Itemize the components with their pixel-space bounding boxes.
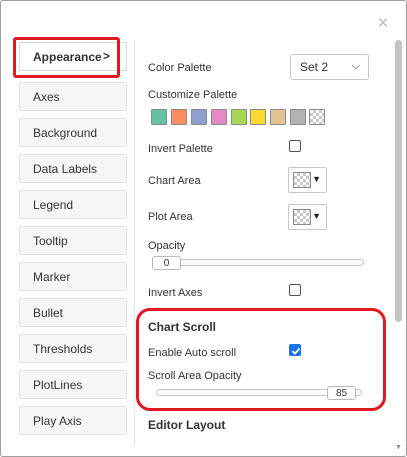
invert-palette-label: Invert Palette <box>148 143 213 155</box>
palette-swatch[interactable] <box>191 109 207 125</box>
palette-swatch-transparent[interactable] <box>309 109 325 125</box>
sidebar-item-label: Axes <box>33 90 60 104</box>
enable-auto-scroll-checkbox[interactable] <box>289 344 301 356</box>
sidebar-item-appearance[interactable]: Appearance > <box>19 42 127 71</box>
plot-area-color-picker[interactable]: ▼ <box>288 204 327 230</box>
sidebar-divider <box>134 40 135 445</box>
sidebar-item-label: Legend <box>33 198 74 212</box>
chart-scroll-title: Chart Scroll <box>148 320 217 334</box>
sidebar-item-bullet[interactable]: Bullet <box>19 298 127 327</box>
sidebar-item-label: PlotLines <box>33 378 83 392</box>
chart-area-label: Chart Area <box>148 175 201 187</box>
sidebar-item-label: Thresholds <box>33 342 93 356</box>
color-palette-label: Color Palette <box>148 62 212 74</box>
chart-area-color-picker[interactable]: ▼ <box>288 167 327 193</box>
palette-swatch[interactable] <box>250 109 266 125</box>
sidebar-item-plotlines[interactable]: PlotLines <box>19 370 127 399</box>
color-palette-select[interactable]: Set 2 ⌵ <box>290 54 369 80</box>
sidebar-item-thresholds[interactable]: Thresholds <box>19 334 127 363</box>
invert-palette-checkbox[interactable] <box>289 140 301 152</box>
scroll-down-icon[interactable]: ▼ <box>395 444 402 451</box>
transparent-swatch-icon <box>293 209 311 225</box>
close-icon[interactable]: × <box>375 14 391 33</box>
sidebar-item-marker[interactable]: Marker <box>19 262 127 291</box>
sidebar-item-label: Appearance <box>33 50 102 64</box>
checkmark-icon <box>291 347 301 355</box>
sidebar-item-label: Data Labels <box>33 162 98 176</box>
opacity-label: Opacity <box>148 240 186 252</box>
palette-swatch[interactable] <box>151 109 167 125</box>
sidebar-item-label: Marker <box>33 270 71 284</box>
scroll-area-opacity-label: Scroll Area Opacity <box>148 370 242 382</box>
sidebar-item-legend[interactable]: Legend <box>19 190 127 219</box>
editor-layout-title: Editor Layout <box>148 418 226 432</box>
palette-swatch[interactable] <box>171 109 187 125</box>
scroll-area-opacity-slider-handle[interactable]: 85 <box>327 386 356 400</box>
invert-axes-checkbox[interactable] <box>289 284 301 296</box>
color-palette-value: Set 2 <box>300 60 329 74</box>
palette-swatch[interactable] <box>231 109 247 125</box>
palette-swatch[interactable] <box>290 109 306 125</box>
sidebar-item-tooltip[interactable]: Tooltip <box>19 226 127 255</box>
palette-swatch[interactable] <box>211 109 227 125</box>
sidebar-item-background[interactable]: Background <box>19 118 127 147</box>
sidebar-item-label: Play Axis <box>33 414 82 428</box>
sidebar-item-data-labels[interactable]: Data Labels <box>19 154 127 183</box>
sidebar-item-label: Background <box>33 126 98 140</box>
customize-palette-label: Customize Palette <box>148 89 238 101</box>
opacity-slider[interactable] <box>152 259 364 266</box>
sidebar-item-label: Tooltip <box>33 234 68 248</box>
enable-auto-scroll-label: Enable Auto scroll <box>148 347 237 359</box>
vertical-scrollbar[interactable] <box>395 40 402 322</box>
caret-down-icon: ▼ <box>312 174 321 184</box>
plot-area-label: Plot Area <box>148 211 193 223</box>
chevron-down-icon: ⌵ <box>351 60 360 72</box>
sidebar-item-play-axis[interactable]: Play Axis <box>19 406 127 435</box>
opacity-slider-handle[interactable]: 0 <box>152 256 181 270</box>
caret-down-icon: ▼ <box>312 211 321 221</box>
sidebar-item-label: Bullet <box>33 306 64 320</box>
chevron-right-icon: > <box>102 49 110 63</box>
invert-axes-label: Invert Axes <box>148 287 203 299</box>
transparent-swatch-icon <box>293 172 311 188</box>
sidebar-item-axes[interactable]: Axes <box>19 82 127 111</box>
palette-swatch[interactable] <box>270 109 286 125</box>
